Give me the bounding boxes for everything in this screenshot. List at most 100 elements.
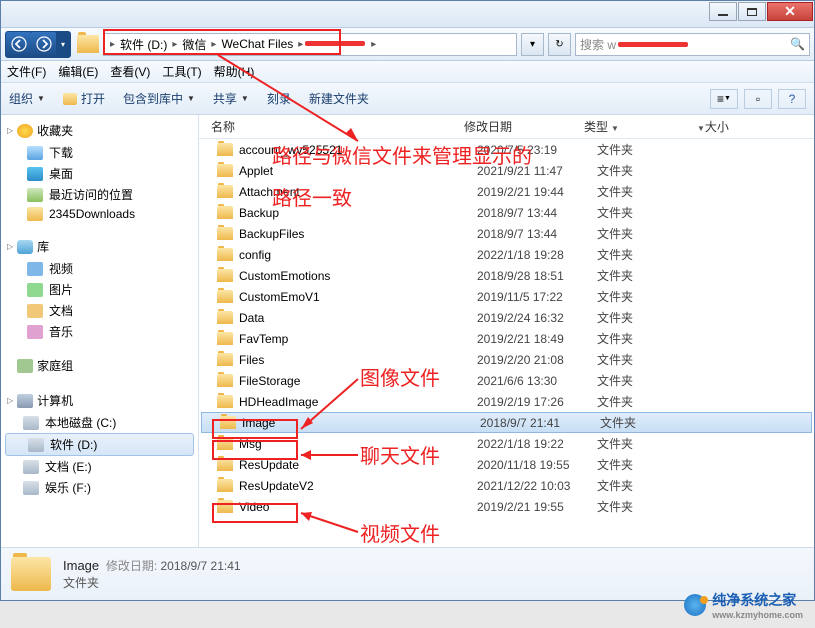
- file-row[interactable]: account_wv5255212020/7/5 23:19文件夹: [199, 139, 814, 160]
- folder-icon: [217, 437, 233, 450]
- file-date: 2019/2/24 16:32: [477, 311, 597, 325]
- folder-icon: [217, 479, 233, 492]
- share-menu[interactable]: 共享▼: [213, 90, 249, 107]
- folder-icon: [220, 416, 236, 429]
- sidebar-drive-f[interactable]: 娱乐 (F:): [1, 477, 198, 498]
- sidebar-drive-e[interactable]: 文档 (E:): [1, 456, 198, 477]
- file-row[interactable]: CustomEmoV12019/11/5 17:22文件夹: [199, 286, 814, 307]
- sidebar-favorites[interactable]: ▷收藏夹: [1, 119, 198, 142]
- file-type: 文件夹: [597, 393, 697, 410]
- col-name[interactable]: 名称: [199, 118, 464, 135]
- sidebar-drive-d[interactable]: 软件 (D:): [5, 433, 194, 456]
- file-row[interactable]: Files2019/2/20 21:08文件夹: [199, 349, 814, 370]
- sidebar-pictures[interactable]: 图片: [1, 279, 198, 300]
- forward-button[interactable]: [31, 32, 56, 57]
- search-input[interactable]: 搜索 w 🔍: [575, 33, 810, 56]
- breadcrumb-seg[interactable]: WeChat Files: [218, 37, 296, 51]
- folder-icon: [217, 500, 233, 513]
- file-name: HDHeadImage: [239, 395, 477, 409]
- file-name: CustomEmotions: [239, 269, 477, 283]
- sidebar-documents[interactable]: 文档: [1, 300, 198, 321]
- search-placeholder: 搜索 w: [580, 36, 616, 53]
- watermark-icon: [684, 594, 706, 616]
- view-button[interactable]: ≡ ▼: [710, 89, 738, 109]
- folder-icon: [217, 143, 233, 156]
- file-type: 文件夹: [597, 498, 697, 515]
- file-date: 2020/7/5 23:19: [477, 143, 597, 157]
- file-name: Video: [239, 500, 477, 514]
- file-type: 文件夹: [597, 141, 697, 158]
- file-name: account_wv525521: [239, 143, 477, 157]
- file-row[interactable]: Msg2022/1/18 19:22文件夹: [199, 433, 814, 454]
- close-button[interactable]: ✕: [767, 2, 813, 21]
- col-date[interactable]: 修改日期: [464, 118, 584, 135]
- file-type: 文件夹: [597, 204, 697, 221]
- col-size[interactable]: ▼大小: [684, 118, 729, 135]
- breadcrumb-seg[interactable]: 软件 (D:): [117, 36, 170, 53]
- file-date: 2022/1/18 19:28: [477, 248, 597, 262]
- file-row[interactable]: ResUpdate2020/11/18 19:55文件夹: [199, 454, 814, 475]
- file-row[interactable]: FavTemp2019/2/21 18:49文件夹: [199, 328, 814, 349]
- sidebar-homegroup[interactable]: ▷家庭组: [1, 354, 198, 377]
- sidebar-computer[interactable]: ▷计算机: [1, 389, 198, 412]
- file-date: 2019/11/5 17:22: [477, 290, 597, 304]
- file-name: Image: [242, 416, 480, 430]
- include-menu[interactable]: 包含到库中▼: [123, 90, 195, 107]
- sidebar-music[interactable]: 音乐: [1, 321, 198, 342]
- menu-edit[interactable]: 编辑(E): [58, 63, 98, 80]
- back-button[interactable]: [6, 32, 31, 57]
- file-date: 2022/1/18 19:22: [477, 437, 597, 451]
- file-type: 文件夹: [597, 288, 697, 305]
- breadcrumb-seg[interactable]: 微信: [179, 36, 209, 53]
- burn-button[interactable]: 刻录: [267, 90, 291, 107]
- file-date: 2019/2/21 19:44: [477, 185, 597, 199]
- organize-menu[interactable]: 组织▼: [9, 90, 45, 107]
- dropdown-button[interactable]: ▾: [521, 33, 544, 56]
- file-date: 2019/2/20 21:08: [477, 353, 597, 367]
- open-button[interactable]: 打开: [63, 90, 105, 107]
- file-row[interactable]: HDHeadImage2019/2/19 17:26文件夹: [199, 391, 814, 412]
- file-row[interactable]: Image2018/9/7 21:41文件夹: [201, 412, 812, 433]
- address-bar[interactable]: ▸ 软件 (D:) ▸ 微信 ▸ WeChat Files ▸ xxxxxxxx…: [103, 33, 517, 56]
- sidebar-desktop[interactable]: 桌面: [1, 163, 198, 184]
- file-name: Msg: [239, 437, 477, 451]
- folder-icon: [217, 269, 233, 282]
- folder-icon: [11, 557, 51, 591]
- file-type: 文件夹: [597, 183, 697, 200]
- refresh-button[interactable]: ↻: [548, 33, 571, 56]
- file-row[interactable]: ResUpdateV22021/12/22 10:03文件夹: [199, 475, 814, 496]
- minimize-button[interactable]: [709, 2, 737, 21]
- file-name: config: [239, 248, 477, 262]
- sidebar-videos[interactable]: 视频: [1, 258, 198, 279]
- file-row[interactable]: FileStorage2021/6/6 13:30文件夹: [199, 370, 814, 391]
- maximize-button[interactable]: [738, 2, 766, 21]
- file-row[interactable]: Applet2021/9/21 11:47文件夹: [199, 160, 814, 181]
- menu-file[interactable]: 文件(F): [7, 63, 46, 80]
- col-type[interactable]: 类型▼: [584, 118, 684, 135]
- sidebar-2345[interactable]: 2345Downloads: [1, 205, 198, 223]
- sidebar-downloads[interactable]: 下载: [1, 142, 198, 163]
- menu-help[interactable]: 帮助(H): [214, 63, 255, 80]
- help-button[interactable]: ?: [778, 89, 806, 109]
- preview-button[interactable]: ▫: [744, 89, 772, 109]
- file-row[interactable]: CustomEmotions2018/9/28 18:51文件夹: [199, 265, 814, 286]
- file-date: 2018/9/7 13:44: [477, 206, 597, 220]
- file-row[interactable]: Data2019/2/24 16:32文件夹: [199, 307, 814, 328]
- file-row[interactable]: Attachment2019/2/21 19:44文件夹: [199, 181, 814, 202]
- menu-tools[interactable]: 工具(T): [162, 63, 201, 80]
- file-name: BackupFiles: [239, 227, 477, 241]
- file-date: 2018/9/28 18:51: [477, 269, 597, 283]
- history-dropdown[interactable]: ▾: [56, 32, 70, 57]
- sidebar-drive-c[interactable]: 本地磁盘 (C:): [1, 412, 198, 433]
- file-row[interactable]: BackupFiles2018/9/7 13:44文件夹: [199, 223, 814, 244]
- redacted: [618, 42, 688, 47]
- menu-view[interactable]: 查看(V): [110, 63, 150, 80]
- new-folder-button[interactable]: 新建文件夹: [309, 90, 369, 107]
- file-name: Applet: [239, 164, 477, 178]
- sidebar-libraries[interactable]: ▷库: [1, 235, 198, 258]
- sidebar-recent[interactable]: 最近访问的位置: [1, 184, 198, 205]
- file-row[interactable]: Video2019/2/21 19:55文件夹: [199, 496, 814, 517]
- file-name: Backup: [239, 206, 477, 220]
- file-row[interactable]: config2022/1/18 19:28文件夹: [199, 244, 814, 265]
- file-row[interactable]: Backup2018/9/7 13:44文件夹: [199, 202, 814, 223]
